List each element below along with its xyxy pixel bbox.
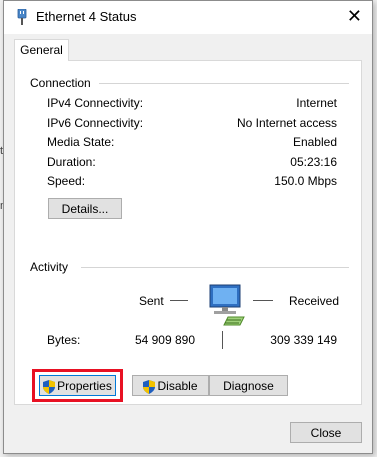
received-label: Received <box>289 294 340 308</box>
disable-button[interactable]: Disable <box>132 375 209 396</box>
activity-divider-vertical <box>222 331 223 349</box>
ipv6-connectivity-label: IPv6 Connectivity: <box>47 116 144 130</box>
connection-group-label: Connection <box>30 76 95 90</box>
speed-label: Speed: <box>47 174 86 188</box>
sent-label: Sent <box>139 294 164 308</box>
general-tab-panel: Connection IPv4 Connectivity: Internet I… <box>14 60 362 405</box>
close-icon[interactable]: ✕ <box>347 6 362 26</box>
ethernet-status-dialog: Ethernet 4 Status ✕ General Connection I… <box>3 0 373 454</box>
bytes-sent-value: 54 909 890 <box>134 333 195 347</box>
bytes-received-value: 309 339 149 <box>270 333 337 347</box>
ipv6-connectivity-value: No Internet access <box>236 116 337 130</box>
title-bar[interactable]: Ethernet 4 Status ✕ <box>4 1 372 34</box>
ipv4-connectivity-value: Internet <box>296 96 337 110</box>
details-button[interactable]: Details... <box>48 198 122 219</box>
diagnose-button[interactable]: Diagnose <box>209 375 288 396</box>
duration-label: Duration: <box>47 155 96 169</box>
bytes-label: Bytes: <box>47 333 81 347</box>
window-title: Ethernet 4 Status <box>36 9 137 24</box>
activity-divider <box>81 267 349 268</box>
activity-group-label: Activity <box>30 260 73 274</box>
network-computer-icon <box>209 284 245 326</box>
media-state-value: Enabled <box>292 135 337 149</box>
highlight-box <box>32 369 123 402</box>
disable-button-label: Disable <box>157 379 198 393</box>
ethernet-adapter-icon <box>17 9 27 25</box>
speed-value: 150.0 Mbps <box>274 174 337 188</box>
ipv4-connectivity-label: IPv4 Connectivity: <box>47 96 144 110</box>
received-line <box>253 300 273 301</box>
tab-general[interactable]: General <box>14 39 69 61</box>
duration-value: 05:23:16 <box>290 155 337 169</box>
connection-divider <box>99 83 349 84</box>
uac-shield-icon <box>143 379 156 394</box>
sent-line <box>170 300 188 301</box>
media-state-label: Media State: <box>47 135 115 149</box>
close-button[interactable]: Close <box>290 422 362 443</box>
